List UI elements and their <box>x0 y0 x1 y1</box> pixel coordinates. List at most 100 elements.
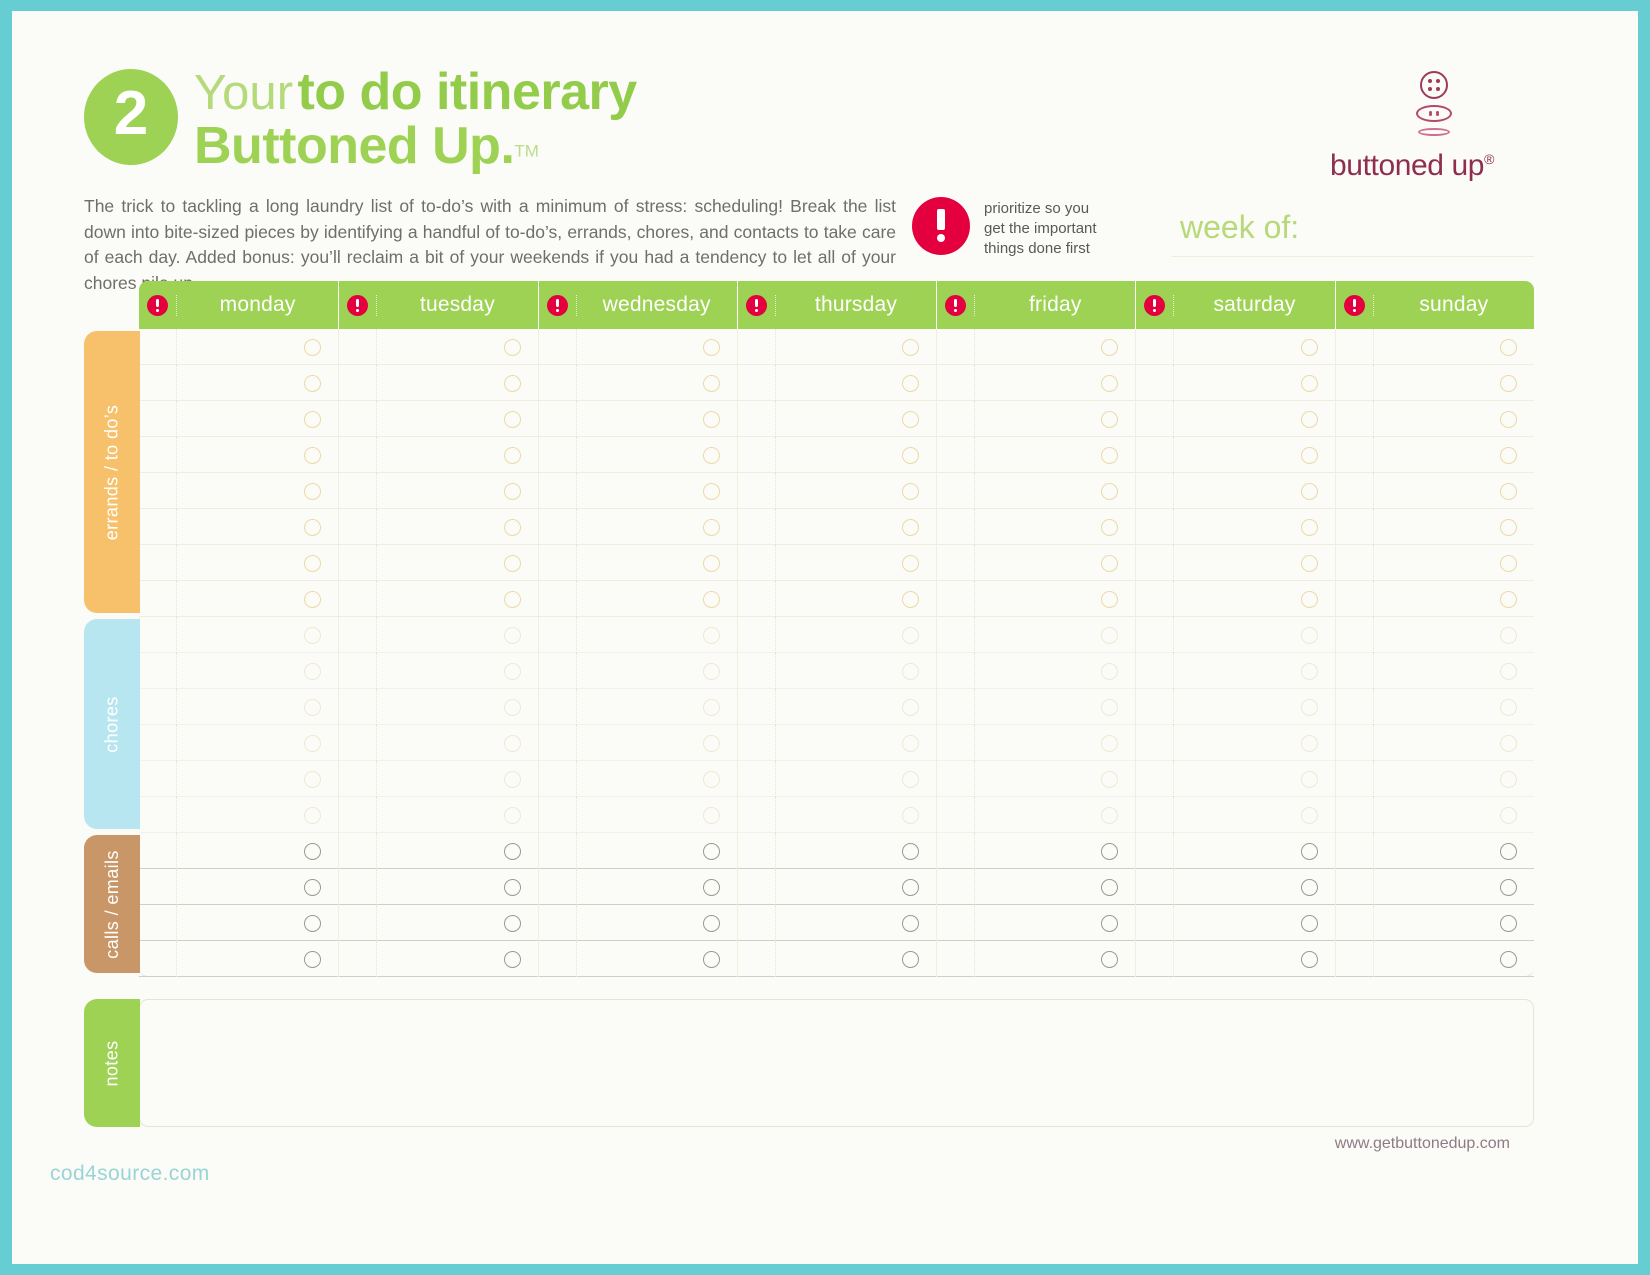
priority-slot-errands-tuesday[interactable] <box>339 401 378 437</box>
priority-slot-calls-sunday[interactable] <box>1336 833 1374 869</box>
cell-chores-thursday[interactable] <box>736 797 936 833</box>
cell-errands-saturday[interactable] <box>1135 329 1334 365</box>
priority-slot-errands-thursday[interactable] <box>738 329 776 365</box>
checkbox-circle-icon[interactable] <box>1499 842 1517 860</box>
cell-errands-saturday[interactable] <box>1135 401 1334 437</box>
cell-errands-friday[interactable] <box>936 581 1135 617</box>
checkbox-circle-icon[interactable] <box>1499 482 1517 500</box>
priority-slot-chores-friday[interactable] <box>937 617 976 653</box>
cell-chores-wednesday[interactable] <box>537 761 737 797</box>
checkbox-circle-icon[interactable] <box>902 482 920 500</box>
checkbox-circle-icon[interactable] <box>902 410 920 428</box>
cell-calls-saturday[interactable] <box>1135 941 1334 977</box>
priority-slot-errands-sunday[interactable] <box>1336 581 1374 617</box>
checkbox-circle-icon[interactable] <box>503 590 521 608</box>
cell-errands-wednesday[interactable] <box>537 473 737 509</box>
checkbox-circle-icon[interactable] <box>1300 698 1318 716</box>
priority-slot-errands-wednesday[interactable] <box>539 365 577 401</box>
priority-slot-errands-friday[interactable] <box>937 365 976 401</box>
cell-calls-thursday[interactable] <box>736 941 936 977</box>
checkbox-circle-icon[interactable] <box>1300 446 1318 464</box>
priority-slot-errands-friday[interactable] <box>937 401 976 437</box>
cell-chores-wednesday[interactable] <box>537 653 737 689</box>
priority-slot-errands-saturday[interactable] <box>1136 437 1175 473</box>
priority-slot-calls-wednesday[interactable] <box>539 905 577 941</box>
cell-errands-tuesday[interactable] <box>338 401 537 437</box>
priority-slot-errands-tuesday[interactable] <box>339 581 378 617</box>
priority-slot-chores-thursday[interactable] <box>738 617 776 653</box>
cell-calls-sunday[interactable] <box>1334 869 1534 905</box>
cell-chores-saturday[interactable] <box>1135 653 1334 689</box>
priority-slot-chores-saturday[interactable] <box>1136 653 1175 689</box>
checkbox-circle-icon[interactable] <box>1499 914 1517 932</box>
checkbox-circle-icon[interactable] <box>1499 446 1517 464</box>
checkbox-circle-icon[interactable] <box>702 662 720 680</box>
priority-slot-errands-sunday[interactable] <box>1336 329 1374 365</box>
cell-chores-sunday[interactable] <box>1334 653 1534 689</box>
priority-slot-chores-thursday[interactable] <box>738 725 776 761</box>
checkbox-circle-icon[interactable] <box>702 374 720 392</box>
cell-errands-monday[interactable] <box>139 329 338 365</box>
cell-errands-monday[interactable] <box>139 401 338 437</box>
cell-calls-friday[interactable] <box>936 869 1135 905</box>
checkbox-circle-icon[interactable] <box>1101 374 1119 392</box>
cell-chores-monday[interactable] <box>139 797 338 833</box>
priority-slot-chores-wednesday[interactable] <box>539 617 577 653</box>
checkbox-circle-icon[interactable] <box>1300 878 1318 896</box>
priority-slot-calls-sunday[interactable] <box>1336 941 1374 977</box>
checkbox-circle-icon[interactable] <box>702 554 720 572</box>
cell-errands-tuesday[interactable] <box>338 365 537 401</box>
checkbox-circle-icon[interactable] <box>1101 482 1119 500</box>
checkbox-circle-icon[interactable] <box>503 842 521 860</box>
cell-errands-tuesday[interactable] <box>338 581 537 617</box>
priority-slot-chores-thursday[interactable] <box>738 653 776 689</box>
cell-errands-friday[interactable] <box>936 329 1135 365</box>
priority-slot-chores-tuesday[interactable] <box>339 797 378 833</box>
priority-slot-errands-tuesday[interactable] <box>339 365 378 401</box>
cell-errands-friday[interactable] <box>936 473 1135 509</box>
cell-chores-sunday[interactable] <box>1334 617 1534 653</box>
priority-slot-errands-tuesday[interactable] <box>339 473 378 509</box>
checkbox-circle-icon[interactable] <box>702 770 720 788</box>
checkbox-circle-icon[interactable] <box>702 338 720 356</box>
priority-slot-chores-saturday[interactable] <box>1136 617 1175 653</box>
checkbox-circle-icon[interactable] <box>503 554 521 572</box>
checkbox-circle-icon[interactable] <box>902 878 920 896</box>
priority-slot-errands-wednesday[interactable] <box>539 329 577 365</box>
checkbox-circle-icon[interactable] <box>503 518 521 536</box>
cell-errands-sunday[interactable] <box>1334 581 1534 617</box>
cell-calls-thursday[interactable] <box>736 833 936 869</box>
priority-slot-calls-thursday[interactable] <box>738 833 776 869</box>
priority-slot-chores-wednesday[interactable] <box>539 761 577 797</box>
cell-chores-monday[interactable] <box>139 689 338 725</box>
cell-errands-sunday[interactable] <box>1334 509 1534 545</box>
priority-slot-errands-monday[interactable] <box>139 401 177 437</box>
priority-slot-chores-sunday[interactable] <box>1336 725 1374 761</box>
cell-chores-friday[interactable] <box>936 689 1135 725</box>
cell-errands-wednesday[interactable] <box>537 401 737 437</box>
priority-slot-calls-thursday[interactable] <box>738 905 776 941</box>
priority-slot-calls-sunday[interactable] <box>1336 905 1374 941</box>
priority-slot-errands-saturday[interactable] <box>1136 329 1175 365</box>
checkbox-circle-icon[interactable] <box>1101 410 1119 428</box>
checkbox-circle-icon[interactable] <box>702 914 720 932</box>
priority-slot-errands-monday[interactable] <box>139 581 177 617</box>
checkbox-circle-icon[interactable] <box>1300 770 1318 788</box>
checkbox-circle-icon[interactable] <box>503 338 521 356</box>
checkbox-circle-icon[interactable] <box>1101 338 1119 356</box>
cell-errands-monday[interactable] <box>139 545 338 581</box>
cell-errands-wednesday[interactable] <box>537 365 737 401</box>
priority-slot-chores-tuesday[interactable] <box>339 617 378 653</box>
priority-slot-chores-wednesday[interactable] <box>539 725 577 761</box>
checkbox-circle-icon[interactable] <box>1101 698 1119 716</box>
checkbox-circle-icon[interactable] <box>304 950 322 968</box>
priority-slot-calls-saturday[interactable] <box>1136 869 1175 905</box>
checkbox-circle-icon[interactable] <box>1499 878 1517 896</box>
priority-slot-calls-friday[interactable] <box>937 833 976 869</box>
cell-errands-friday[interactable] <box>936 437 1135 473</box>
cell-calls-thursday[interactable] <box>736 905 936 941</box>
checkbox-circle-icon[interactable] <box>702 518 720 536</box>
priority-slot-errands-monday[interactable] <box>139 473 177 509</box>
priority-slot-errands-monday[interactable] <box>139 509 177 545</box>
priority-slot-errands-wednesday[interactable] <box>539 473 577 509</box>
